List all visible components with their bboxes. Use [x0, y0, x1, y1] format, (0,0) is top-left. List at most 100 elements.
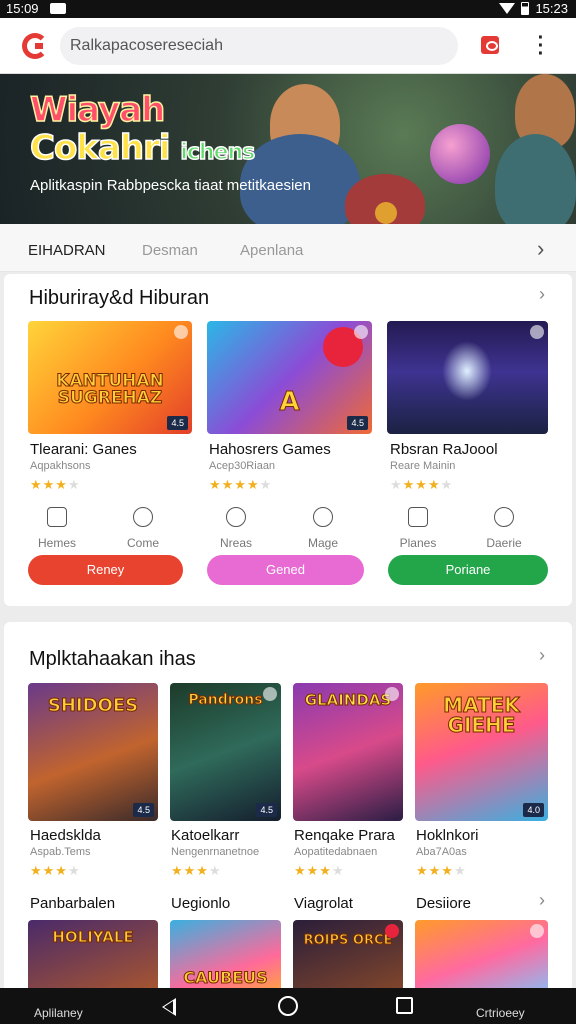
hero-title-line1: Wiayah [29, 89, 166, 131]
pill-button-green[interactable]: Poriane [388, 555, 548, 585]
thumbnail-light [442, 341, 492, 401]
bookmark-icon [174, 325, 188, 339]
game-title[interactable]: Rbsran RaJoool [390, 441, 498, 458]
section-recommended: Mplktahaakan ihas › SHIDOES 4.5 Pandrons… [4, 622, 572, 1002]
star-rating: ★★★★ [416, 863, 467, 878]
game-thumbnail[interactable]: A 4.5 [207, 321, 372, 434]
subsection-label[interactable]: Uegionlo [171, 895, 230, 912]
rating-badge: 4.0 [523, 803, 544, 817]
game-thumbnail[interactable]: GLAINDAS [293, 683, 403, 821]
game-developer: Aspab.Tems [30, 846, 91, 858]
star-rating: ★★★★★ [209, 477, 273, 492]
tab-1[interactable]: EIHADRAN [28, 242, 106, 259]
category-daerie[interactable]: Daerie [474, 507, 534, 550]
category-homes[interactable]: Hemes [27, 507, 87, 550]
more-options-icon[interactable]: · · · [533, 28, 549, 64]
app-bar: Ralkapacosereseciah · · · [0, 18, 576, 74]
thumbnail-art-text: ROIPS ORCE [303, 933, 393, 948]
nav-left-label[interactable]: Aplilaney [34, 1006, 83, 1020]
rating-badge: 4.5 [167, 416, 188, 430]
recents-icon[interactable] [396, 997, 413, 1014]
back-icon[interactable] [162, 998, 176, 1016]
game-title[interactable]: Renqake Prara [294, 827, 395, 844]
game-title[interactable]: Hoklnkori [416, 827, 479, 844]
hero-figure-2-body [495, 134, 576, 224]
hero-ball-small [375, 202, 397, 224]
game-thumbnail[interactable]: MATEK GIEHE 4.0 [415, 683, 548, 821]
star-rating: ★★★★ [30, 477, 81, 492]
hero-title-main: Cokahri [29, 127, 171, 169]
game-thumbnail[interactable] [387, 321, 548, 434]
hero-banner[interactable]: Wiayah Cokahri ichens Aplitkaspin Rabbpe… [0, 74, 576, 224]
game-title[interactable]: Tlearani: Ganes [30, 441, 137, 458]
thumbnail-art-text: KANTUHAN SUGREHAZ [56, 371, 165, 408]
section-title: Hiburiray&d Hiburan [29, 287, 210, 309]
subsection-label[interactable]: Desiiore [416, 895, 471, 912]
game-developer: Aopatitedabnaen [294, 846, 378, 858]
star-rating: ★★★★★ [390, 477, 454, 492]
thumbnail-art-text: CAUBEUS [183, 968, 268, 987]
thumbnail-art-text: Pandrons [188, 692, 263, 708]
wifi-icon [499, 3, 516, 14]
rating-badge: 4.5 [347, 416, 368, 430]
bookmark-icon [385, 687, 399, 701]
section-title: Mplktahaakan ihas [29, 648, 196, 670]
bookmark-icon [530, 325, 544, 339]
rating-badge: 4.5 [256, 803, 277, 817]
chevron-right-icon[interactable]: › [539, 284, 545, 305]
game-developer: Aqpakhsons [30, 460, 91, 472]
pill-button-pink[interactable]: Gened [207, 555, 364, 585]
game-developer: Nengenrnanetnoe [171, 846, 260, 858]
subsection-label[interactable]: Panbarbalen [30, 895, 115, 912]
image-icon [408, 507, 428, 527]
bookmark-icon [263, 687, 277, 701]
tab-3[interactable]: Apenlana [240, 242, 303, 259]
calendar-icon [47, 507, 67, 527]
tab-2[interactable]: Desman [142, 242, 198, 259]
chevron-right-icon[interactable]: › [539, 890, 545, 911]
category-come[interactable]: Come [113, 507, 173, 550]
game-thumbnail[interactable]: Pandrons 4.5 [170, 683, 281, 821]
hero-subtitle: Aplitkaspin Rabbpescka tiaat metitkaesie… [30, 177, 311, 194]
status-time: 15:09 [6, 1, 39, 16]
app-logo-icon[interactable] [22, 33, 48, 59]
search-input[interactable]: Ralkapacosereseciah [60, 27, 458, 65]
hero-ball [430, 124, 490, 184]
thumbnail-art-text: MATEK GIEHE [443, 693, 521, 737]
battery-icon [521, 2, 530, 15]
star-rating: ★★★★ [30, 863, 81, 878]
bookmark-icon [385, 924, 399, 938]
game-thumbnail[interactable]: KANTUHAN SUGREHAZ 4.5 [28, 321, 192, 434]
bookmark-icon [530, 924, 544, 938]
pill-button-red[interactable]: Reney [28, 555, 183, 585]
hero-title-small: ichens [180, 139, 256, 166]
game-developer: Acep30Riaan [209, 460, 276, 472]
game-title[interactable]: Haedsklda [30, 827, 101, 844]
user-icon [133, 507, 153, 527]
game-title[interactable]: Hahosrers Games [209, 441, 331, 458]
shopping-bag-icon[interactable] [481, 36, 499, 54]
category-mage[interactable]: Mage [293, 507, 353, 550]
system-nav-bar: Aplilaney Crtrioeey [0, 988, 576, 1024]
category-news[interactable]: Nreas [206, 507, 266, 550]
home-icon[interactable] [278, 996, 298, 1016]
chat-icon [494, 507, 514, 527]
tab-bar: EIHADRAN Desman Apenlana › [0, 224, 576, 272]
subsection-label[interactable]: Viagrolat [294, 895, 353, 912]
category-planes[interactable]: Planes [388, 507, 448, 550]
star-rating: ★★★★ [171, 863, 222, 878]
game-thumbnail[interactable]: SHIDOES 4.5 [28, 683, 158, 821]
chevron-right-icon[interactable]: › [539, 645, 545, 666]
nav-right-label[interactable]: Crtrioeey [476, 1006, 525, 1020]
notification-icon [50, 3, 66, 14]
hero-title-line2: Cokahri ichens [29, 127, 256, 169]
thumbnail-art-text: SHIDOES [47, 695, 139, 716]
section-entertainment: Hiburiray&d Hiburan › KANTUHAN SUGREHAZ … [4, 274, 572, 606]
bookmark-icon [354, 325, 368, 339]
status-clock: 15:23 [535, 1, 568, 16]
game-title[interactable]: Katoelkarr [171, 827, 239, 844]
star-rating: ★★★★ [294, 863, 345, 878]
game-developer: Reare Mainin [390, 460, 456, 472]
chevron-right-icon[interactable]: › [537, 236, 544, 262]
game-developer: Aba7A0as [416, 846, 467, 858]
